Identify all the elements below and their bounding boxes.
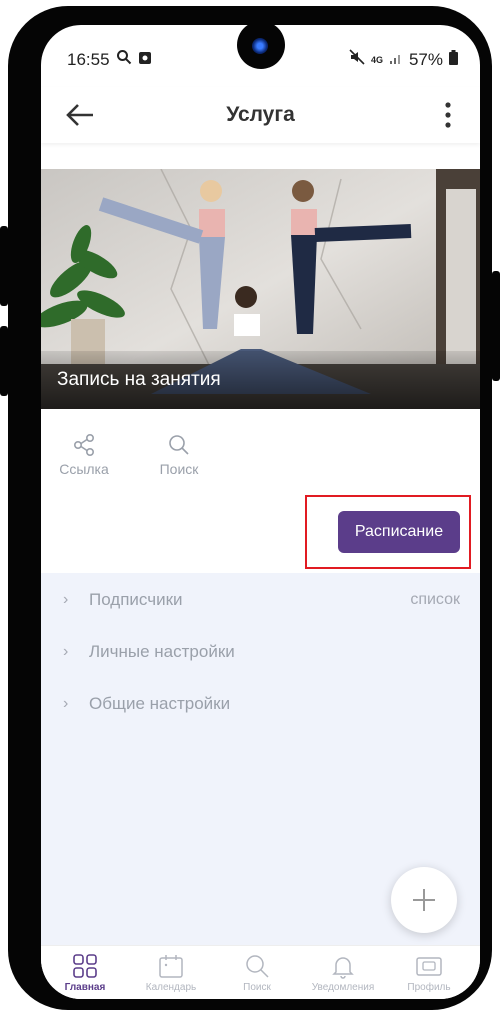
search-button[interactable]: Поиск [144, 433, 214, 477]
bottom-nav: Главная Календарь Поиск Уведомления Проф… [41, 945, 480, 999]
app-header: Услуга [41, 87, 480, 143]
battery-icon [449, 49, 458, 70]
schedule-button[interactable]: Расписание [338, 511, 460, 553]
profile-card-icon [416, 957, 442, 976]
subscribers-label: Подписчики [89, 590, 183, 609]
phone-frame: 16:55 4G 57% Услуга Запись на занятия Сс… [0, 6, 500, 1010]
plus-icon [413, 889, 435, 911]
side-button-left-2 [0, 326, 8, 396]
share-link-button[interactable]: Ссылка [49, 433, 119, 477]
side-button-left [0, 226, 8, 306]
search-icon [169, 435, 189, 455]
nav-search-label: Поиск [243, 982, 271, 993]
page-title: Услуга [226, 103, 295, 126]
personal-settings-row[interactable]: › Личные настройки [63, 637, 460, 667]
nav-search[interactable]: Поиск [213, 952, 301, 993]
chevron-right-icon: › [63, 643, 69, 660]
status-time: 16:55 [67, 49, 110, 69]
status-right: 4G 57% [349, 49, 458, 70]
more-menu-button[interactable] [438, 99, 458, 131]
nav-calendar[interactable]: Календарь [127, 952, 215, 993]
chevron-right-icon: › [63, 695, 69, 712]
search-label: Поиск [159, 461, 199, 477]
general-settings-row[interactable]: › Общие настройки [63, 689, 460, 719]
search-icon [246, 955, 269, 978]
side-button-right [492, 271, 500, 381]
share-icon [73, 433, 95, 457]
bell-icon [332, 957, 354, 979]
search-status-icon [116, 49, 132, 70]
notification-status-icon [138, 50, 152, 70]
nav-notifications-label: Уведомления [311, 982, 375, 993]
calendar-icon [159, 955, 183, 978]
add-fab-button[interactable] [391, 867, 457, 933]
network-type-label: 4G [370, 54, 383, 65]
hero-caption-overlay: Запись на занятия [41, 351, 480, 409]
camera-lens [252, 38, 268, 54]
app-screen: 16:55 4G 57% Услуга Запись на занятия Сс… [41, 25, 480, 999]
subscribers-list-link[interactable]: список [410, 591, 460, 609]
hero-image: Запись на занятия [41, 169, 480, 409]
battery-level: 57% [408, 49, 443, 69]
personal-settings-label: Личные настройки [89, 642, 235, 661]
actions-row: Ссылка Поиск [41, 427, 480, 494]
nav-home-label: Главная [64, 982, 106, 993]
nav-calendar-label: Календарь [145, 982, 197, 993]
chevron-right-icon: › [63, 591, 69, 608]
signal-icon [389, 50, 403, 70]
mute-icon [349, 49, 365, 70]
more-vertical-icon [445, 102, 451, 128]
hero-caption: Запись на занятия [57, 369, 221, 390]
nav-profile[interactable]: Профиль [385, 952, 473, 993]
grid-icon [73, 954, 97, 978]
share-label: Ссылка [59, 461, 109, 477]
nav-profile-label: Профиль [407, 982, 451, 993]
subscribers-row[interactable]: › Подписчики список [63, 585, 460, 615]
status-left: 16:55 [67, 49, 152, 70]
nav-home[interactable]: Главная [41, 952, 129, 993]
nav-notifications[interactable]: Уведомления [299, 952, 387, 993]
general-settings-label: Общие настройки [89, 694, 231, 713]
